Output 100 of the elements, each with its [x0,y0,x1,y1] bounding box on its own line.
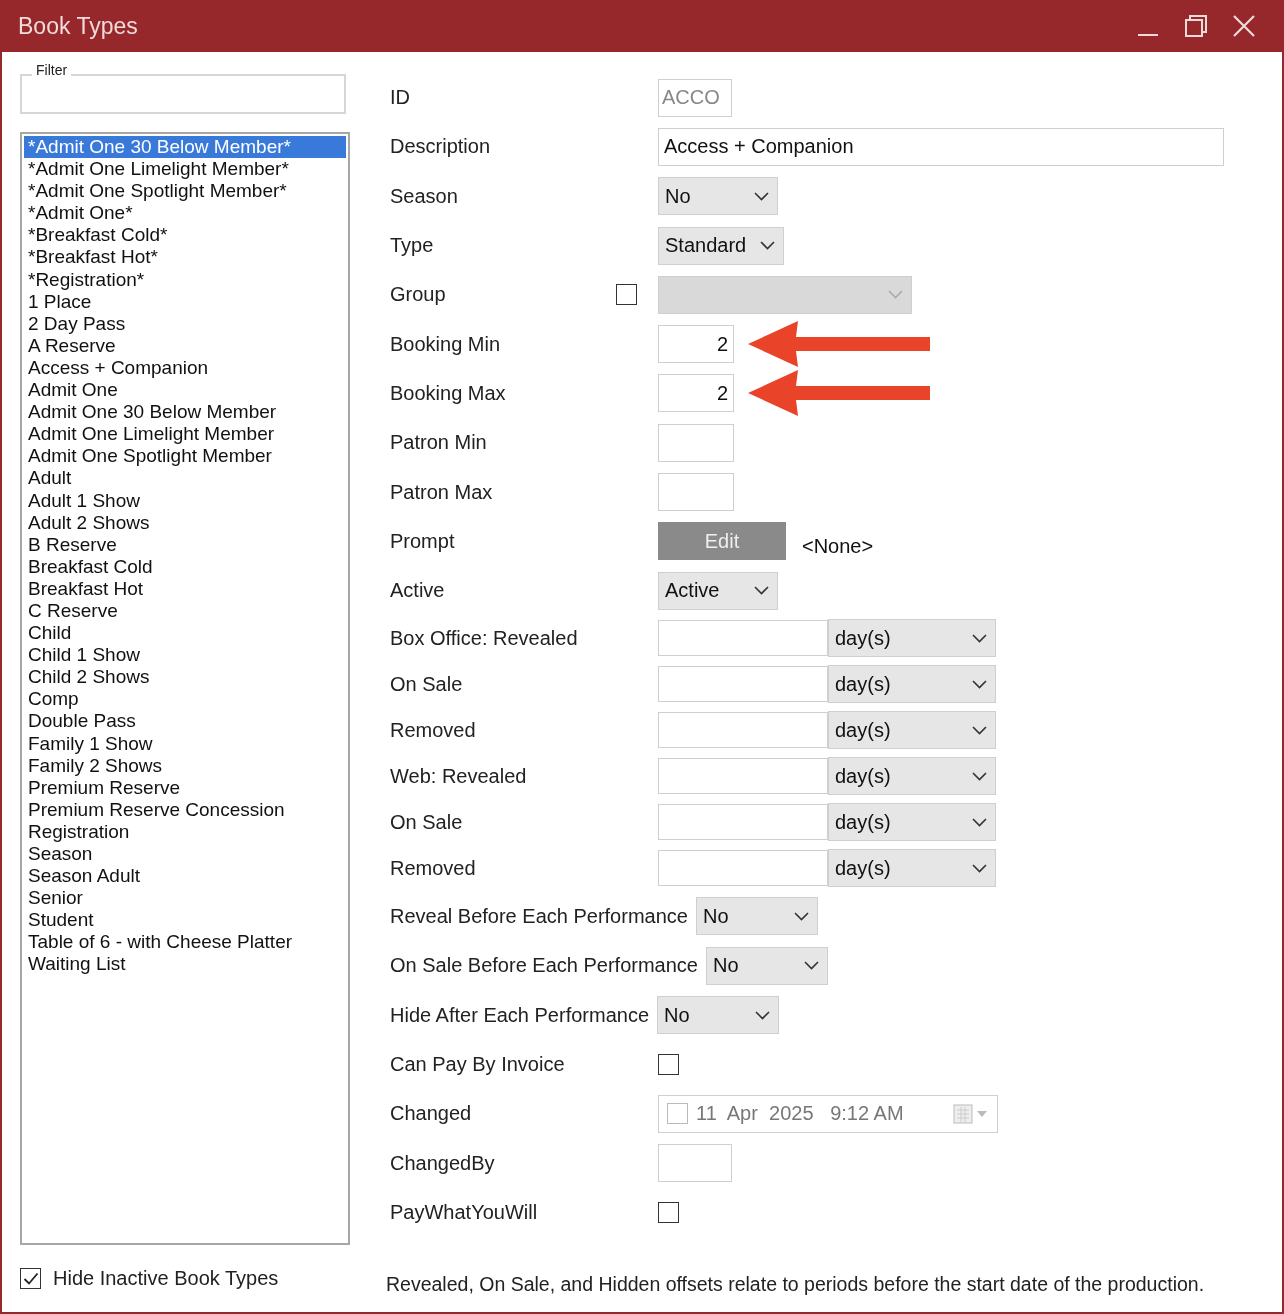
list-item[interactable]: Season [24,843,346,866]
list-item[interactable]: Family 1 Show [24,732,346,755]
unit-dropdown[interactable]: day(s) [828,665,996,704]
offset-field[interactable] [658,758,828,795]
list-item[interactable]: Senior [24,887,346,910]
list-item[interactable]: Double Pass [24,710,346,733]
list-item[interactable]: Child 2 Shows [24,666,346,689]
unit-dropdown[interactable]: day(s) [828,757,996,796]
field-label: Group [390,283,447,307]
dropdown-caret-icon [972,633,987,643]
list-item[interactable]: 2 Day Pass [24,312,346,335]
dropdown-caret-icon [755,1010,770,1020]
number-field[interactable] [658,473,734,511]
number-field[interactable]: 2 [658,325,734,364]
list-item[interactable]: Premium Reserve Concession [24,798,346,821]
list-item[interactable]: Adult [24,467,346,490]
list-item[interactable]: B Reserve [24,533,346,556]
unit-dropdown[interactable]: day(s) [828,711,996,750]
offset-field[interactable] [658,804,828,841]
list-item[interactable]: *Registration* [24,268,346,291]
dropdown[interactable]: Standard [658,226,785,265]
field-label: Prompt [390,529,456,553]
field-label: Removed [390,856,477,880]
list-item[interactable]: Breakfast Cold [24,555,346,578]
field-label: Can Pay By Invoice [390,1052,566,1076]
list-item[interactable]: *Breakfast Hot* [24,246,346,269]
dropdown-caret-icon [972,725,987,735]
unit-dropdown[interactable]: day(s) [828,849,996,888]
list-item[interactable]: Adult 2 Shows [24,511,346,534]
unit-dropdown[interactable]: day(s) [828,803,996,842]
offset-field[interactable] [658,666,828,703]
text-field[interactable]: ACCO [658,78,732,117]
text-field[interactable] [658,1144,732,1182]
field-label: Booking Max [390,381,507,405]
list-item[interactable]: *Admit One 30 Below Member* [24,136,346,159]
offset-field[interactable] [658,712,828,749]
dropdown-caret-icon [972,771,987,781]
list-item[interactable]: 1 Place [24,290,346,313]
dropdown-caret-icon [888,290,903,300]
unit-dropdown[interactable]: day(s) [828,619,996,658]
field-label: Description [390,135,492,159]
list-item[interactable]: Registration [24,820,346,843]
offset-field[interactable] [658,620,828,657]
list-item[interactable]: Admit One 30 Below Member [24,401,346,424]
list-item[interactable]: *Admit One Limelight Member* [24,158,346,181]
list-item[interactable]: Waiting List [24,953,346,976]
field-label: Changed [390,1102,473,1126]
dropdown[interactable]: No [695,897,818,935]
list-item[interactable]: A Reserve [24,334,346,357]
list-item[interactable]: *Admit One* [24,202,346,225]
dropdown[interactable]: No [705,946,828,985]
field-label: Active [390,579,446,603]
dropdown-caret-icon [803,961,819,970]
field-label: Hide After Each Performance [390,1003,649,1027]
dropdown-caret-icon [793,911,809,921]
field-label: Booking Min [390,332,502,356]
prompt-value: <None> [802,534,874,558]
list-item[interactable]: Season Adult [24,865,346,888]
checkbox[interactable] [658,1201,679,1223]
text-field[interactable]: Access + Companion [658,127,1224,166]
dropdown-caret-icon [972,863,987,873]
list-item[interactable]: Access + Companion [24,356,346,380]
checkbox[interactable] [667,1103,688,1125]
list-item[interactable]: Family 2 Shows [24,754,346,777]
list-item[interactable]: Admit One Limelight Member [24,423,346,446]
field-label: On Sale [390,672,464,696]
list-item[interactable]: Student [24,909,346,932]
field-label: Season [390,184,459,208]
field-label: On Sale Before Each Performance [390,954,698,977]
filter-legend: Filter [32,62,72,78]
list-item[interactable]: Breakfast Hot [24,577,346,600]
list-item[interactable]: Child 1 Show [24,644,346,667]
list-item[interactable]: *Breakfast Cold* [24,224,346,247]
checkbox[interactable] [658,1053,679,1075]
date-picker[interactable]: 11 Apr 2025 9:12 AM [658,1094,998,1133]
field-label: Patron Max [390,480,494,504]
list-item[interactable]: *Admit One Spotlight Member* [24,180,346,203]
dropdown[interactable]: No [658,177,778,216]
list-item[interactable]: Admit One Spotlight Member [24,445,346,468]
list-item[interactable]: C Reserve [24,599,346,623]
list-item[interactable]: Adult 1 Show [24,489,346,512]
dropdown-caret-icon [754,586,769,596]
field-label: Reveal Before Each Performance [390,904,688,928]
number-field[interactable]: 2 [658,374,734,413]
list-item[interactable]: Table of 6 - with Cheese Platter [24,931,346,954]
list-item[interactable]: Admit One [24,379,346,402]
list-item[interactable]: Child [24,622,346,645]
dropdown[interactable]: Active [658,571,778,610]
list-item[interactable]: Premium Reserve [24,776,346,799]
dropdown[interactable]: No [657,996,779,1034]
maximize-icon [1185,15,1207,37]
number-field[interactable] [658,423,734,462]
field-label: ChangedBy [390,1151,496,1175]
offset-field[interactable] [658,850,828,887]
offset-note: Revealed, On Sale, and Hidden offsets relate to periods before the start date of the production. [386,1272,1206,1296]
dropdown-caret-icon [754,191,769,201]
minimize-icon [1137,34,1159,36]
checkbox[interactable] [20,1268,41,1289]
list-item[interactable]: Comp [24,688,346,711]
field-label: Type [390,234,435,258]
